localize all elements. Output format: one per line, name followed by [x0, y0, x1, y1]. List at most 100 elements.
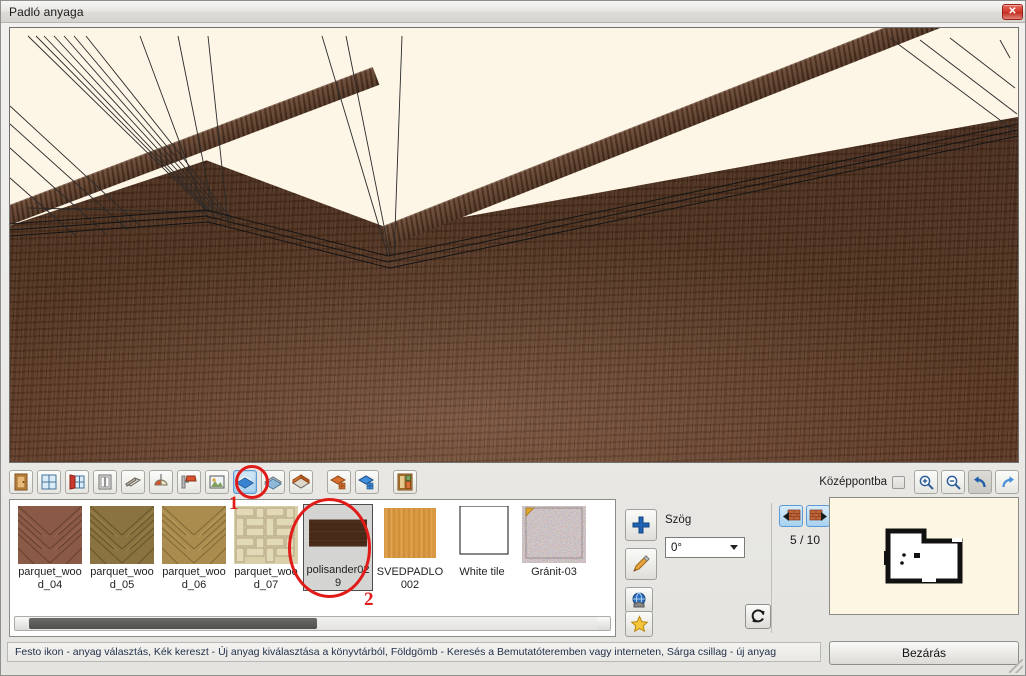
- material-label: White tile: [459, 566, 505, 578]
- list-item[interactable]: parquet_wood_05: [87, 504, 157, 592]
- scrollbar-track[interactable]: [317, 618, 597, 629]
- ceiling-material-icon-button[interactable]: [261, 470, 285, 494]
- window-corner-icon-button[interactable]: [65, 470, 89, 494]
- material-actions: Szög 0°: [621, 499, 771, 637]
- undo-icon: [973, 475, 986, 487]
- material-label: parquet_wood_04: [18, 566, 82, 591]
- refresh-button[interactable]: [745, 604, 771, 629]
- floorplan-preview[interactable]: [829, 497, 1019, 615]
- list-item[interactable]: parquet_wood_06: [159, 504, 229, 592]
- wall-lamp-icon-button[interactable]: [177, 470, 201, 494]
- page-counter: 5 / 10: [789, 533, 821, 547]
- door-icon: [14, 473, 28, 491]
- material-thumbnail: [162, 506, 226, 564]
- edit-material-button[interactable]: [625, 548, 657, 580]
- window-corner-icon: [69, 474, 85, 490]
- material-thumbnail: [90, 506, 154, 564]
- furniture-icon-button[interactable]: [393, 470, 417, 494]
- list-item[interactable]: parquet_wood_04: [15, 504, 85, 592]
- material-browser: parquet_wood_04 parquet_wood_05 parquet_…: [9, 499, 616, 637]
- redo-button[interactable]: [995, 470, 1019, 494]
- material-list[interactable]: parquet_wood_04 parquet_wood_05 parquet_…: [10, 500, 615, 613]
- zoom-out-icon: [946, 475, 961, 490]
- wall-material-icon: [292, 474, 310, 489]
- window-close-button[interactable]: ✕: [1002, 4, 1023, 20]
- zoom-out-button[interactable]: [941, 470, 965, 494]
- add-material-button[interactable]: [625, 509, 657, 541]
- picture-icon: [209, 475, 225, 489]
- wireframe-overlay: [10, 35, 1018, 269]
- double-door-icon-button[interactable]: [93, 470, 117, 494]
- ceiling-lamp-icon: [154, 474, 168, 486]
- list-item[interactable]: parquet_wood_07: [231, 504, 301, 592]
- resize-grip[interactable]: [1009, 659, 1023, 673]
- prev-page-button[interactable]: [779, 505, 803, 527]
- globe-icon: [632, 592, 645, 607]
- material-pager: 5 / 10: [777, 499, 835, 637]
- material-label: parquet_wood_06: [162, 566, 226, 591]
- floor-material-icon-button[interactable]: [233, 470, 257, 494]
- chevron-down-icon: [730, 545, 738, 550]
- floor-material-dialog: Padló anyaga ✕ Középpontba parquet_wood_…: [0, 0, 1026, 676]
- next-page-icon: [809, 509, 827, 521]
- double-door-icon: [98, 474, 112, 490]
- window-icon-button[interactable]: [37, 470, 61, 494]
- plus-icon: [632, 516, 650, 534]
- close-button[interactable]: Bezárás: [829, 641, 1019, 665]
- material-scrollbar[interactable]: [14, 616, 611, 631]
- window-title: Padló anyaga: [9, 4, 84, 19]
- star-icon: [630, 614, 648, 632]
- roof-icon: [124, 477, 142, 487]
- list-item-selected[interactable]: polisander029: [303, 504, 373, 591]
- center-checkbox[interactable]: [892, 475, 905, 489]
- vertical-separator: [771, 503, 772, 633]
- angle-label: Szög: [665, 514, 692, 526]
- scrollbar-thumb[interactable]: [29, 618, 317, 629]
- next-page-button[interactable]: [806, 505, 830, 527]
- material-thumbnail: [234, 506, 298, 564]
- material-thumbnail: [307, 506, 369, 562]
- list-item[interactable]: White tile: [447, 504, 517, 579]
- wall-material-icon-button[interactable]: [289, 470, 313, 494]
- furniture-icon: [397, 473, 413, 491]
- window-icon: [41, 474, 57, 490]
- material-thumbnail: [18, 506, 82, 564]
- redo-icon: [1001, 475, 1014, 487]
- search-online-button[interactable]: [625, 587, 653, 613]
- ceiling-material-icon: [264, 476, 282, 490]
- undo-button[interactable]: [968, 470, 992, 494]
- object-toolbar: Középpontba: [9, 467, 1019, 497]
- material-label: parquet_wood_07: [234, 566, 298, 591]
- 3d-scene: [10, 28, 1018, 462]
- ceiling-tile-icon: [358, 475, 375, 490]
- favourite-material-button[interactable]: [625, 611, 653, 637]
- pencil-icon: [633, 555, 650, 572]
- material-label: SVEDPADLO002: [376, 566, 444, 591]
- material-thumbnail: [459, 506, 509, 555]
- ceiling-lamp-icon-button[interactable]: [149, 470, 173, 494]
- wall-lamp-icon: [181, 475, 197, 489]
- title-bar: Padló anyaga ✕: [1, 1, 1025, 23]
- close-button-label: Bezárás: [901, 646, 947, 660]
- ceiling-tile-icon-button[interactable]: [355, 470, 379, 494]
- material-thumbnail: [525, 507, 583, 559]
- door-icon-button[interactable]: [9, 470, 33, 494]
- refresh-icon: [751, 609, 765, 623]
- list-item[interactable]: SVEDPADLO002: [375, 504, 445, 592]
- material-label: parquet_wood_05: [90, 566, 154, 591]
- scroll-right-button[interactable]: [597, 617, 610, 630]
- status-text: Festo ikon - anyag választás, Kék keresz…: [15, 646, 777, 658]
- floor-tile-icon: [330, 475, 347, 490]
- zoom-in-button[interactable]: [914, 470, 938, 494]
- status-bar: Festo ikon - anyag választás, Kék keresz…: [7, 642, 821, 662]
- floorplan-shape: [884, 528, 963, 584]
- center-checkbox-label: Középpontba: [819, 476, 887, 488]
- scroll-left-button[interactable]: [15, 617, 28, 630]
- floor-tile-icon-button[interactable]: [327, 470, 351, 494]
- picture-icon-button[interactable]: [205, 470, 229, 494]
- prev-page-icon: [782, 509, 800, 521]
- angle-select[interactable]: 0°: [665, 537, 745, 558]
- 3d-viewport[interactable]: [9, 27, 1019, 463]
- list-item[interactable]: Gránit-03: [519, 504, 589, 579]
- roof-icon-button[interactable]: [121, 470, 145, 494]
